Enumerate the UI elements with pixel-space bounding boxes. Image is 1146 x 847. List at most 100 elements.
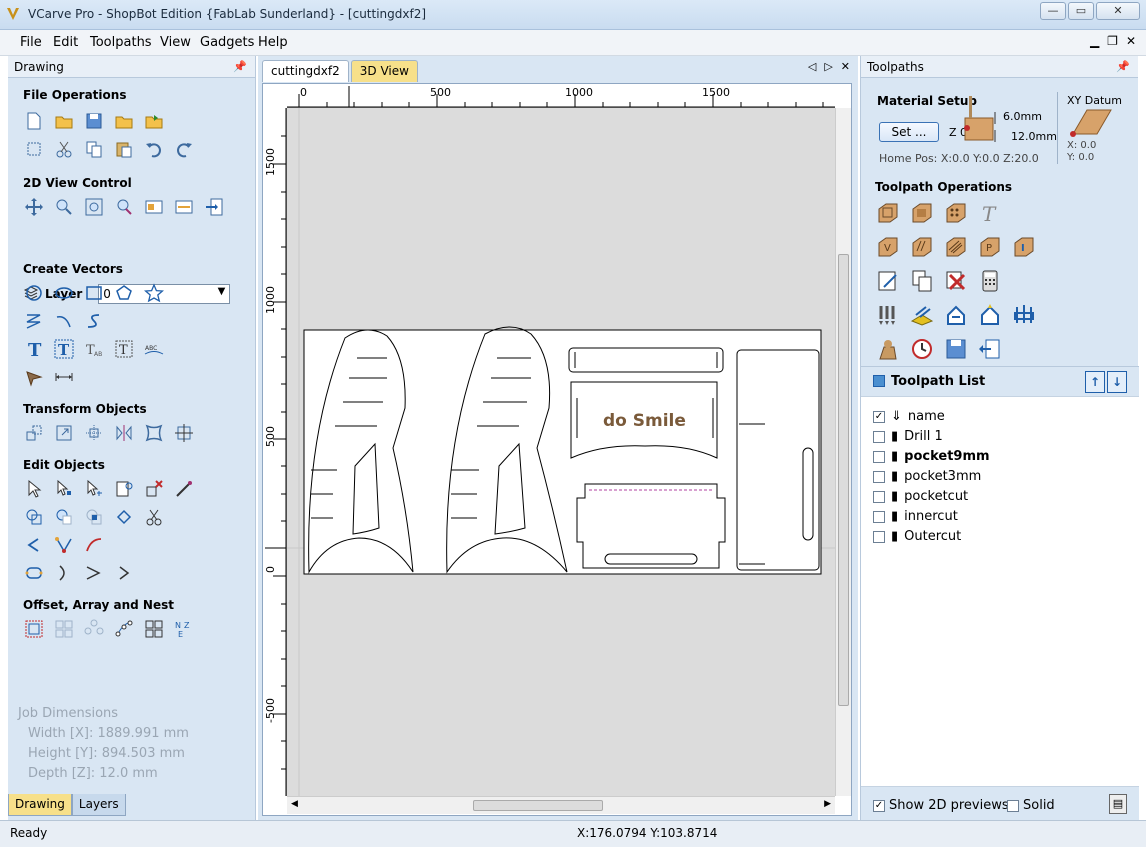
- zoom-extents-icon[interactable]: [83, 196, 105, 218]
- horizontal-scrollbar[interactable]: ◀ ▶: [287, 796, 835, 814]
- draw-ellipse-icon[interactable]: [53, 282, 75, 304]
- text-tool-icon[interactable]: T: [23, 338, 45, 360]
- subtract-icon[interactable]: [53, 506, 75, 528]
- measure-icon[interactable]: [53, 366, 75, 388]
- node-edit-icon[interactable]: [53, 478, 75, 500]
- intersect-icon[interactable]: [83, 506, 105, 528]
- edit-toolpath-icon[interactable]: [875, 268, 901, 294]
- fluting-toolpath-icon[interactable]: [909, 234, 935, 260]
- distort-icon[interactable]: [143, 422, 165, 444]
- tab-cuttingdxf2[interactable]: cuttingdxf2: [262, 60, 349, 82]
- pin-icon[interactable]: 📌: [233, 60, 247, 73]
- calculator-icon[interactable]: [977, 268, 1003, 294]
- undo-icon[interactable]: [143, 138, 165, 160]
- smooth-curve-icon[interactable]: [83, 534, 105, 556]
- curve-fit-icon[interactable]: [53, 534, 75, 556]
- tab-prev-icon[interactable]: ◁: [808, 60, 816, 73]
- v-carve-toolpath-icon[interactable]: V: [875, 234, 901, 260]
- toolpath-checkbox[interactable]: [873, 530, 885, 543]
- doc-close-button[interactable]: ✕: [1126, 34, 1136, 48]
- draw-curve-icon[interactable]: [83, 310, 105, 332]
- draw-polygon-icon[interactable]: [113, 282, 135, 304]
- drilling-toolpath-icon[interactable]: [943, 200, 969, 226]
- move-down-button[interactable]: ↓: [1107, 371, 1127, 393]
- save-toolpath-file-icon[interactable]: [943, 336, 969, 362]
- menu-gadgets[interactable]: Gadgets: [200, 35, 254, 50]
- cut-icon[interactable]: [53, 138, 75, 160]
- toolpath-checkbox[interactable]: [873, 510, 885, 523]
- toolpath-item-name[interactable]: ✓ ⇓ name: [873, 409, 945, 424]
- move-up-button[interactable]: ↑: [1085, 371, 1105, 393]
- zoom-selection-icon[interactable]: [113, 196, 135, 218]
- draw-polyline-icon[interactable]: [23, 310, 45, 332]
- scale-icon[interactable]: [53, 422, 75, 444]
- v-carve-text-toolpath-icon[interactable]: T: [977, 200, 1003, 226]
- align-view-icon[interactable]: [173, 196, 195, 218]
- menu-toolpaths[interactable]: Toolpaths: [90, 35, 152, 50]
- minimize-button[interactable]: —: [1040, 2, 1066, 20]
- maximize-button[interactable]: ▭: [1068, 2, 1094, 20]
- prism-toolpath-icon[interactable]: P: [977, 234, 1003, 260]
- tab-drawing[interactable]: Drawing: [8, 794, 72, 816]
- show-previews-checkbox[interactable]: ✓: [873, 799, 885, 812]
- preview-toolpaths-icon[interactable]: [875, 302, 901, 328]
- tab-3d-view[interactable]: 3D View: [350, 60, 418, 82]
- weld-icon[interactable]: [23, 506, 45, 528]
- pan-icon[interactable]: [23, 196, 45, 218]
- align-center-icon[interactable]: [173, 422, 195, 444]
- auto-text-icon[interactable]: T AB: [83, 338, 105, 360]
- align-left-view-icon[interactable]: [143, 196, 165, 218]
- menu-edit[interactable]: Edit: [53, 35, 78, 50]
- copy-toolpath-icon[interactable]: [909, 268, 935, 294]
- draw-rectangle-icon[interactable]: [83, 282, 105, 304]
- merge-toolpaths-icon[interactable]: [977, 302, 1003, 328]
- delete-node-icon[interactable]: [143, 478, 165, 500]
- mirror-icon[interactable]: [113, 422, 135, 444]
- copy-along-vector-icon[interactable]: [113, 618, 135, 640]
- nest-shapes-icon[interactable]: NZE: [173, 618, 195, 640]
- xy-datum-icon[interactable]: [1065, 108, 1113, 138]
- pin-icon[interactable]: 📌: [1116, 60, 1130, 73]
- show-2d-previews-toggle[interactable]: ✓ Show 2D previews: [873, 798, 1009, 813]
- join-open-vectors-icon[interactable]: [23, 534, 45, 556]
- toolpath-item-pocket3mm[interactable]: ▮ pocket3mm: [873, 469, 981, 484]
- tab-layers[interactable]: Layers: [71, 794, 126, 816]
- 2d-view[interactable]: 0 500 1000 1500 1500 1000 500 0 -500 do …: [262, 83, 852, 816]
- circular-array-icon[interactable]: [83, 618, 105, 640]
- time-estimate-icon[interactable]: [909, 336, 935, 362]
- toolpath-item-pocket9mm[interactable]: ▮ pocket9mm: [873, 449, 990, 464]
- draw-arc-icon[interactable]: [53, 310, 75, 332]
- measure-tape-icon[interactable]: [173, 478, 195, 500]
- import-bitmap-icon[interactable]: [143, 110, 165, 132]
- text-size-icon[interactable]: T: [113, 338, 135, 360]
- text-frame-icon[interactable]: T: [53, 338, 75, 360]
- select-pointer-icon[interactable]: [23, 478, 45, 500]
- extend-vector-icon[interactable]: [53, 562, 75, 584]
- text-on-curve-icon[interactable]: ABC: [143, 338, 165, 360]
- profile-toolpath-icon[interactable]: [875, 200, 901, 226]
- set-material-button[interactable]: Set ...: [879, 122, 939, 142]
- toolpath-checkbox[interactable]: [873, 430, 885, 443]
- trim-vector-icon[interactable]: [83, 562, 105, 584]
- drawing-canvas[interactable]: do Smile: [287, 108, 835, 796]
- rotate-icon[interactable]: [83, 422, 105, 444]
- texture-toolpath-icon[interactable]: [943, 234, 969, 260]
- new-file-icon[interactable]: [23, 110, 45, 132]
- close-button[interactable]: ✕: [1096, 2, 1140, 20]
- move-icon[interactable]: [23, 422, 45, 444]
- tab-close-icon[interactable]: ✕: [841, 60, 850, 73]
- tab-next-icon[interactable]: ▷: [824, 60, 832, 73]
- solid-toggle[interactable]: Solid: [1007, 798, 1055, 813]
- calculator-button[interactable]: ▤: [1109, 794, 1127, 814]
- close-vector-icon[interactable]: [23, 562, 45, 584]
- transform-pointer-icon[interactable]: [83, 478, 105, 500]
- toolpath-checkbox[interactable]: [873, 450, 885, 463]
- copy-icon[interactable]: [83, 138, 105, 160]
- doc-restore-button[interactable]: ❐: [1107, 34, 1118, 48]
- zoom-icon[interactable]: [53, 196, 75, 218]
- import-folder-icon[interactable]: [113, 110, 135, 132]
- toolpath-checkbox[interactable]: ✓: [873, 410, 885, 423]
- vertical-scrollbar[interactable]: [835, 108, 851, 796]
- material-simulation-icon[interactable]: [875, 336, 901, 362]
- pocket-toolpath-icon[interactable]: [909, 200, 935, 226]
